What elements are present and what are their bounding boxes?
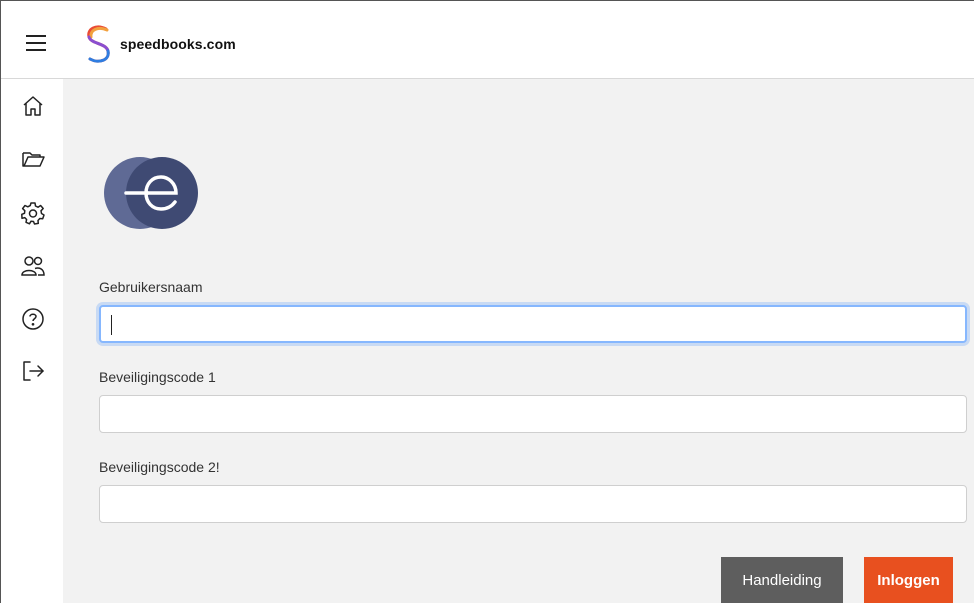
e-logo-icon bbox=[104, 157, 198, 229]
security-code-1-input[interactable] bbox=[99, 395, 967, 433]
sidebar bbox=[1, 79, 63, 603]
home-icon[interactable] bbox=[21, 94, 45, 118]
gear-icon[interactable] bbox=[21, 201, 45, 225]
username-input[interactable] bbox=[99, 305, 967, 343]
logout-icon[interactable] bbox=[21, 359, 45, 383]
hamburger-menu-icon[interactable] bbox=[26, 35, 46, 51]
brand-name: speedbooks.com bbox=[120, 36, 236, 52]
top-bar: speedbooks.com bbox=[1, 1, 974, 79]
app-window: speedbooks.com Gebruikersnaam Beveiligin… bbox=[0, 0, 974, 603]
login-panel: Gebruikersnaam Beveiligingscode 1 Beveil… bbox=[63, 79, 974, 603]
users-icon[interactable] bbox=[21, 254, 45, 278]
brand[interactable]: speedbooks.com bbox=[84, 23, 236, 65]
security-code-2-input[interactable] bbox=[99, 485, 967, 523]
folder-icon[interactable] bbox=[21, 147, 45, 171]
code2-label: Beveiligingscode 2! bbox=[99, 459, 220, 475]
help-icon[interactable] bbox=[21, 307, 45, 331]
text-caret bbox=[111, 315, 112, 335]
username-label: Gebruikersnaam bbox=[99, 279, 203, 295]
manual-button[interactable]: Handleiding bbox=[721, 557, 843, 603]
code1-label: Beveiligingscode 1 bbox=[99, 369, 216, 385]
speedbooks-logo-icon bbox=[87, 25, 110, 63]
login-button[interactable]: Inloggen bbox=[864, 557, 953, 603]
